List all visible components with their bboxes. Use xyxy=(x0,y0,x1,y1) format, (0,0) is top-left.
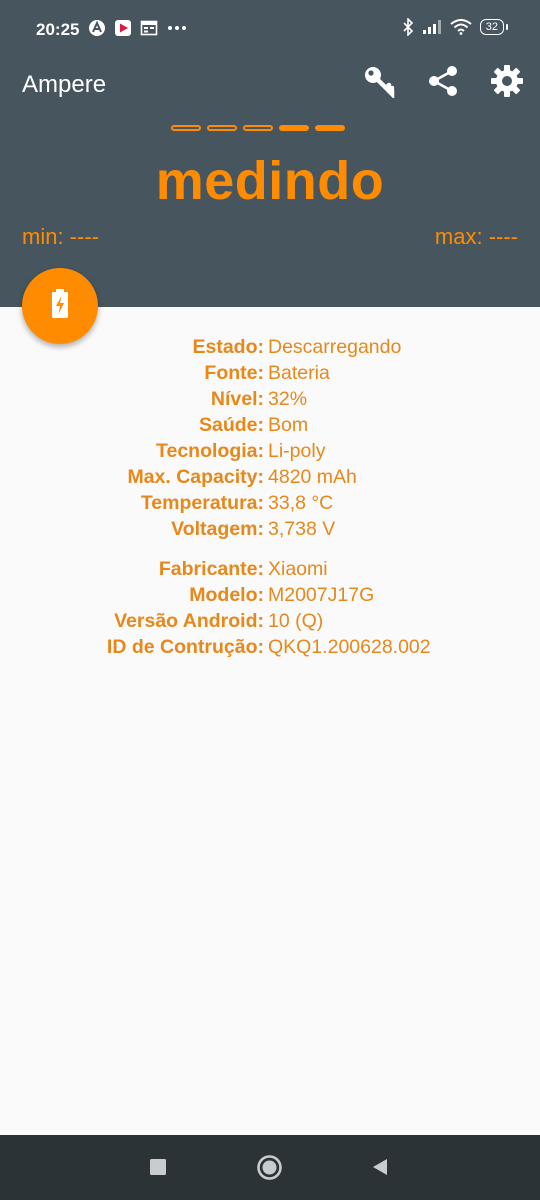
info-key: Max. Capacity: xyxy=(127,466,264,488)
info-row-capacity: Max. Capacity: 4820 mAh xyxy=(0,464,540,490)
battery-indicator: 32 xyxy=(479,19,509,35)
info-value: Descarregando xyxy=(268,336,402,358)
max-current: max: ---- xyxy=(434,224,518,249)
home-button[interactable] xyxy=(256,1154,283,1186)
info-value: 32% xyxy=(268,388,308,410)
status-notification-icons xyxy=(88,19,188,37)
calendar-icon xyxy=(140,19,158,37)
info-value: 3,738 V xyxy=(268,518,336,540)
info-key: Saúde: xyxy=(198,414,264,436)
status-system-icons: 32 xyxy=(402,18,509,36)
info-value: Xiaomi xyxy=(268,558,328,580)
device-info-table: Fabricante: Xiaomi Modelo: M2007J17G Versã… xyxy=(0,556,540,660)
info-row-android: Versão Android: 10 (Q) xyxy=(0,608,540,634)
info-row-tecnologia: Tecnologia: Li-poly xyxy=(0,438,540,464)
info-value: 33,8 °C xyxy=(268,492,334,514)
progress-dot xyxy=(171,125,201,131)
back-button[interactable] xyxy=(370,1157,390,1182)
acer-notification-icon xyxy=(88,19,106,37)
app-header: Ampere medindo min: ---- max: ---- xyxy=(0,46,540,307)
info-key: ID de Contrução: xyxy=(106,636,264,658)
key-icon xyxy=(362,64,396,103)
info-key: Temperatura: xyxy=(140,492,264,514)
progress-dot xyxy=(207,125,237,131)
wifi-icon xyxy=(450,19,472,35)
info-key: Tecnologia: xyxy=(156,440,264,462)
min-current: min: ---- xyxy=(22,224,99,249)
info-key: Versão Android: xyxy=(114,610,264,632)
system-nav-bar xyxy=(0,1135,540,1200)
info-key: Fonte: xyxy=(204,362,264,384)
status-time: 20:25 xyxy=(36,20,80,39)
info-key: Modelo: xyxy=(189,584,264,606)
info-value: Li-poly xyxy=(268,440,326,462)
info-value: Bom xyxy=(268,414,309,436)
info-value: 4820 mAh xyxy=(268,466,357,488)
video-player-icon xyxy=(114,19,132,37)
info-row-estado: Estado: Descarregando xyxy=(0,334,540,360)
info-row-fonte: Fonte: Bateria xyxy=(0,360,540,386)
info-value: QKQ1.200628.002 xyxy=(268,636,431,658)
info-value: M2007J17G xyxy=(268,584,375,606)
key-button[interactable] xyxy=(360,64,398,102)
info-row-modelo: Modelo: M2007J17G xyxy=(0,582,540,608)
info-row-temperatura: Temperatura: 33,8 °C xyxy=(0,490,540,516)
measure-status: medindo xyxy=(155,151,385,211)
info-row-saude: Saúde: Bom xyxy=(0,412,540,438)
info-row-build-id: ID de Contrução: QKQ1.200628.002 xyxy=(0,634,540,660)
info-key: Nível: xyxy=(210,388,264,410)
info-key: Fabricante: xyxy=(158,558,264,580)
app-actions xyxy=(360,64,526,102)
signal-icon xyxy=(422,19,442,35)
progress-dot xyxy=(315,125,345,131)
progress-dots xyxy=(171,125,345,131)
settings-button[interactable] xyxy=(488,64,526,102)
status-bar: 20:25 32 xyxy=(0,0,540,46)
home-circle-icon xyxy=(256,1154,283,1186)
info-value: 10 (Q) xyxy=(268,610,324,632)
info-row-voltagem: Voltagem: 3,738 V xyxy=(0,516,540,542)
info-key: Voltagem: xyxy=(171,518,264,540)
battery-charging-icon xyxy=(48,288,72,324)
progress-dot xyxy=(243,125,273,131)
app-title: Ampere xyxy=(22,71,107,98)
share-button[interactable] xyxy=(424,64,462,102)
more-dots-icon xyxy=(166,19,188,37)
settings-icon xyxy=(489,63,525,104)
share-icon xyxy=(426,64,460,103)
recents-square-icon xyxy=(148,1157,168,1182)
battery-info-table: Estado: Descarregando Fonte: Bateria Nível… xyxy=(0,334,540,542)
info-key: Estado: xyxy=(192,336,264,358)
recents-button[interactable] xyxy=(148,1157,168,1182)
back-triangle-icon xyxy=(370,1157,390,1182)
info-value: Bateria xyxy=(268,362,330,384)
bluetooth-icon xyxy=(402,18,414,36)
progress-dot xyxy=(279,125,309,131)
info-row-fabricante: Fabricante: Xiaomi xyxy=(0,556,540,582)
battery-fab[interactable] xyxy=(22,268,98,344)
info-row-nivel: Nível: 32% xyxy=(0,386,540,412)
